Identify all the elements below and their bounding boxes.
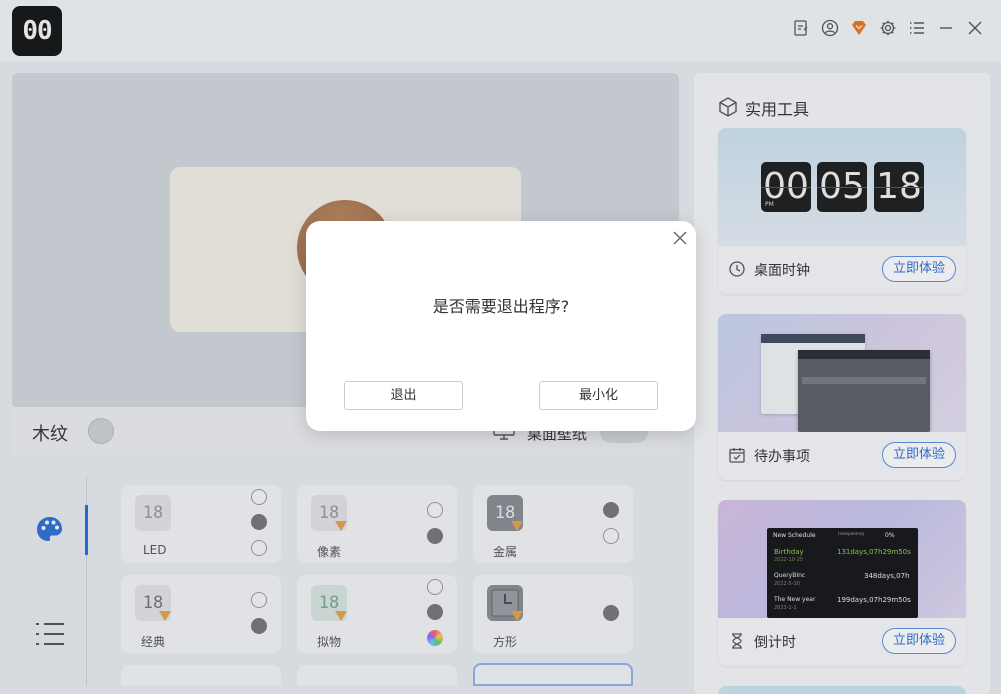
exit-dialog: 是否需要退出程序? 退出 最小化 — [306, 221, 696, 431]
minimize-to-tray-button[interactable]: 最小化 — [539, 381, 658, 410]
dialog-close-icon[interactable] — [670, 228, 690, 248]
exit-button[interactable]: 退出 — [344, 381, 463, 410]
dialog-message: 是否需要退出程序? — [432, 297, 570, 316]
